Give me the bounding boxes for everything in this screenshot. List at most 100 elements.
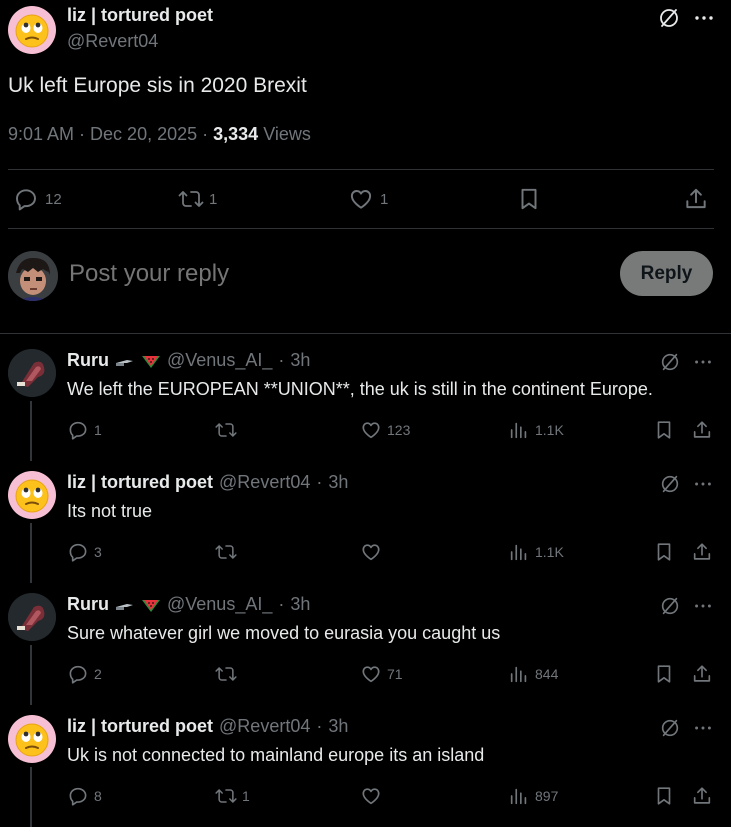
divider xyxy=(0,333,731,334)
bookmark-icon[interactable] xyxy=(653,419,675,441)
my-avatar[interactable] xyxy=(8,251,58,301)
like-action[interactable]: 1 xyxy=(348,186,388,212)
knife-emoji xyxy=(115,598,135,612)
divider xyxy=(8,228,714,229)
repost-action[interactable]: 1 xyxy=(177,186,217,212)
reply-count: 2 xyxy=(94,666,102,682)
bookmark-icon[interactable] xyxy=(516,186,542,212)
more-icon[interactable] xyxy=(692,473,714,495)
avatar[interactable] xyxy=(8,6,56,54)
bookmark-icon[interactable] xyxy=(653,541,675,563)
views-count: 3,334 xyxy=(213,124,259,144)
author-handle[interactable]: @Revert04 xyxy=(219,716,310,737)
reply-header: Ruru @Venus_AI_ · 3h xyxy=(67,594,311,615)
reply-icon xyxy=(69,543,87,562)
author-handle[interactable]: @Revert04 xyxy=(67,31,158,52)
reply-count: 8 xyxy=(94,788,102,804)
like-icon xyxy=(362,422,380,439)
post-time[interactable]: 9:01 AM xyxy=(8,124,74,144)
author-name[interactable]: liz | tortured poet xyxy=(67,472,213,493)
author-name[interactable]: liz | tortured poet xyxy=(67,716,213,737)
watermelon-emoji xyxy=(141,353,161,369)
views-action[interactable]: 1.1K xyxy=(508,419,564,441)
share-icon[interactable] xyxy=(691,785,713,807)
more-icon[interactable] xyxy=(692,717,714,739)
reply-text: Sure whatever girl we moved to eurasia y… xyxy=(67,623,501,643)
author-name[interactable]: Ruru xyxy=(67,594,109,615)
author-handle[interactable]: @Venus_AI_ xyxy=(167,594,272,615)
repost-action[interactable] xyxy=(214,541,242,563)
like-action[interactable]: 71 xyxy=(360,663,403,685)
more-icon[interactable] xyxy=(692,6,716,30)
views-count: 844 xyxy=(535,666,559,682)
views-label: Views xyxy=(263,124,311,144)
rolling-eyes-emoji xyxy=(15,723,49,757)
reply-action[interactable]: 3 xyxy=(67,541,102,563)
views-action[interactable]: 1.1K xyxy=(508,541,564,563)
reply-header: liz | tortured poet @Revert04 · 3h xyxy=(67,472,349,493)
share-icon[interactable] xyxy=(691,419,713,441)
reply-count: 3 xyxy=(94,544,102,560)
like-action[interactable] xyxy=(360,785,387,807)
views-count: 1.1K xyxy=(535,544,564,560)
avatar[interactable] xyxy=(8,471,56,519)
reply-action[interactable]: 1 xyxy=(67,419,102,441)
reply-action[interactable]: 12 xyxy=(13,186,62,212)
views-count: 1.1K xyxy=(535,422,564,438)
views-action[interactable]: 897 xyxy=(508,785,558,807)
author-name[interactable]: liz | tortured poet xyxy=(67,5,213,26)
repost-count: 1 xyxy=(242,788,250,804)
repost-icon xyxy=(215,423,237,437)
post-text: Uk left Europe sis in 2020 Brexit xyxy=(8,74,307,97)
post-date[interactable]: Dec 20, 2025 xyxy=(90,124,197,144)
like-action[interactable] xyxy=(360,541,387,563)
grok-icon[interactable] xyxy=(659,595,681,617)
like-icon xyxy=(362,666,380,683)
like-count: 1 xyxy=(380,190,389,208)
divider xyxy=(8,169,714,170)
reply-icon xyxy=(69,787,87,806)
repost-action[interactable] xyxy=(214,419,242,441)
thread-line xyxy=(30,401,32,461)
reply-input[interactable] xyxy=(69,258,589,290)
post-time[interactable]: 3h xyxy=(290,350,310,371)
views-action[interactable]: 844 xyxy=(508,663,558,685)
post-time[interactable]: 3h xyxy=(290,594,310,615)
reply-button[interactable]: Reply xyxy=(620,251,713,296)
share-icon[interactable] xyxy=(691,663,713,685)
repost-action[interactable] xyxy=(214,663,242,685)
grok-icon[interactable] xyxy=(659,473,681,495)
post-time[interactable]: 3h xyxy=(328,716,348,737)
grok-icon[interactable] xyxy=(659,717,681,739)
reply-text: Uk is not connected to mainland europe i… xyxy=(67,745,485,765)
like-count: 123 xyxy=(387,422,411,438)
repost-icon xyxy=(215,789,237,803)
share-icon[interactable] xyxy=(691,541,713,563)
share-icon[interactable] xyxy=(683,186,709,212)
reply-action[interactable]: 2 xyxy=(67,663,102,685)
author-handle[interactable]: @Revert04 xyxy=(219,472,310,493)
repost-action[interactable]: 1 xyxy=(214,785,250,807)
bookmark-icon[interactable] xyxy=(653,785,675,807)
avatar[interactable] xyxy=(8,593,56,641)
avatar[interactable] xyxy=(8,715,56,763)
post-time[interactable]: 3h xyxy=(328,472,348,493)
author-handle[interactable]: @Venus_AI_ xyxy=(167,350,272,371)
views-count: 897 xyxy=(535,788,559,804)
more-icon[interactable] xyxy=(692,351,714,373)
avatar[interactable] xyxy=(8,349,56,397)
more-icon[interactable] xyxy=(692,595,714,617)
reply-action[interactable]: 8 xyxy=(67,785,102,807)
like-action[interactable]: 123 xyxy=(360,419,410,441)
reply-header: liz | tortured poet @Revert04 · 3h xyxy=(67,716,349,737)
like-count: 71 xyxy=(387,666,403,682)
reply-header: Ruru @Venus_AI_ · 3h xyxy=(67,350,311,371)
author-name[interactable]: Ruru xyxy=(67,350,109,371)
grok-icon[interactable] xyxy=(657,6,681,30)
rolling-eyes-emoji xyxy=(15,479,49,513)
watermelon-emoji xyxy=(141,597,161,613)
bookmark-icon[interactable] xyxy=(653,663,675,685)
repost-icon xyxy=(178,191,204,207)
grok-icon[interactable] xyxy=(659,351,681,373)
repost-icon xyxy=(215,667,237,681)
